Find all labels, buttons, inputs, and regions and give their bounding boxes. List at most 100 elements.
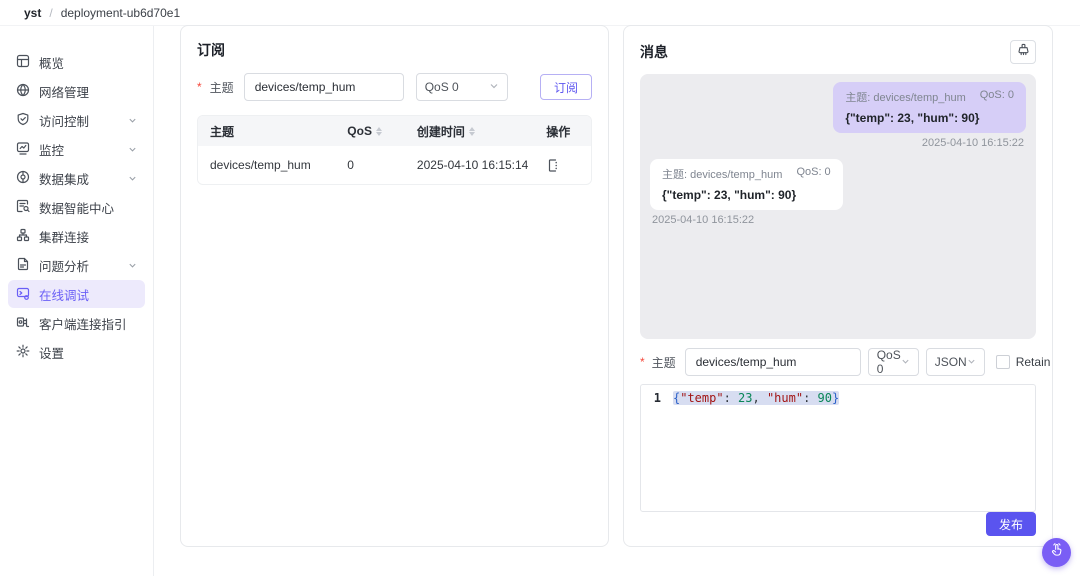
integration-icon [16, 170, 30, 187]
message-payload: {"temp": 23, "hum": 90} [845, 111, 1014, 125]
subscribe-button[interactable]: 订阅 [540, 74, 592, 100]
sidebar-item-overview[interactable]: 概览 [8, 48, 145, 76]
header-topic: 主题 [198, 123, 347, 140]
subscribe-qos-value: QoS 0 [425, 80, 459, 94]
sidebar-item-label: 集群连接 [39, 227, 89, 246]
client-guide-icon [16, 315, 30, 332]
sidebar-item-label: 概览 [39, 53, 64, 72]
chevron-down-icon [128, 145, 137, 154]
payload-format-value: JSON [935, 355, 967, 369]
data-intelligence-icon [16, 199, 30, 216]
sidebar-item-label: 数据集成 [39, 169, 89, 188]
header-action: 操作 [546, 123, 591, 140]
required-mark: * [197, 80, 202, 94]
code-token: : [724, 391, 738, 405]
sidebar-item-label: 客户端连接指引 [39, 314, 127, 333]
chevron-down-icon [489, 80, 499, 94]
sort-icon[interactable] [469, 127, 475, 136]
message-topic: 主题: devices/temp_hum [662, 166, 782, 182]
chevron-down-icon [901, 355, 910, 369]
editor-line-number: 1 [641, 391, 673, 511]
cell-topic: devices/temp_hum [198, 158, 347, 172]
sidebar-item-label: 在线调试 [39, 285, 89, 304]
retain-option: Retain [996, 355, 1051, 369]
sidebar-item-data-integration[interactable]: 数据集成 [8, 164, 145, 192]
code-token: "temp" [680, 391, 723, 405]
subscribe-card: 订阅 * 主题 QoS 0 订阅 主题 QoS 创建时间 [180, 25, 609, 547]
header-qos-label: QoS [347, 124, 372, 138]
header-created-label: 创建时间 [417, 123, 465, 140]
publish-topic-label: 主题 [652, 354, 676, 371]
code-token: , [753, 391, 767, 405]
subscriptions-table-header: 主题 QoS 创建时间 操作 [198, 116, 591, 146]
subscribe-qos-select[interactable]: QoS 0 [416, 73, 508, 101]
sent-message-bubble: 主题: devices/temp_hum QoS: 0 {"temp": 23,… [833, 82, 1026, 133]
debug-icon [16, 286, 30, 303]
sidebar-item-problem-analysis[interactable]: 问题分析 [8, 251, 145, 279]
retain-label: Retain [1016, 355, 1051, 369]
code-token: 90 [818, 391, 832, 405]
publish-qos-select[interactable]: QoS 0 [868, 348, 919, 376]
sidebar: 概览 网络管理 访问控制 监控 数据集成 数据智能中心 集群连接 [0, 26, 154, 576]
sidebar-item-label: 网络管理 [39, 82, 89, 101]
breadcrumb-org[interactable]: yst [24, 6, 41, 20]
sidebar-item-label: 设置 [39, 343, 64, 362]
online-debug-page: yst / deployment-ub6d70e1 概览 网络管理 访问控制 监… [0, 0, 1080, 576]
code-token: "hum" [767, 391, 803, 405]
publish-qos-value: QoS 0 [877, 348, 901, 376]
topic-label: 主题 [210, 79, 234, 96]
editor-code-line: {"temp": 23, "hum": 90} [673, 391, 839, 511]
payload-format-select[interactable]: JSON [926, 348, 985, 376]
sidebar-item-settings[interactable]: 设置 [8, 338, 145, 366]
code-token: 23 [738, 391, 752, 405]
cursor-indicator [1042, 538, 1071, 567]
cluster-icon [16, 228, 30, 245]
chevron-down-icon [128, 116, 137, 125]
publish-button[interactable]: 发布 [986, 512, 1036, 536]
message-qos: QoS: 0 [796, 166, 830, 182]
required-mark: * [640, 355, 645, 369]
payload-editor[interactable]: 1 {"temp": 23, "hum": 90} [640, 384, 1036, 512]
gear-icon [16, 344, 30, 361]
sidebar-item-online-debug[interactable]: 在线调试 [8, 280, 145, 308]
sidebar-item-label: 问题分析 [39, 256, 89, 275]
chevron-down-icon [967, 355, 976, 369]
network-icon [16, 83, 30, 100]
subscriptions-table: 主题 QoS 创建时间 操作 devices/temp_hum 0 2025-0… [197, 115, 592, 185]
sidebar-item-network[interactable]: 网络管理 [8, 77, 145, 105]
analysis-icon [16, 257, 30, 274]
cell-created: 2025-04-10 16:15:14 [417, 158, 546, 172]
shield-icon [16, 112, 30, 129]
messages-card: 消息 主题: devices/temp_hum QoS: 0 {"temp": … [623, 25, 1053, 547]
retain-checkbox[interactable] [996, 355, 1010, 369]
unsubscribe-icon[interactable] [546, 158, 591, 173]
publish-topic-input[interactable] [685, 348, 861, 376]
sort-icon[interactable] [376, 127, 382, 136]
sidebar-item-data-intelligence[interactable]: 数据智能中心 [8, 193, 145, 221]
subscribe-topic-input[interactable] [244, 73, 404, 101]
sidebar-item-label: 监控 [39, 140, 64, 159]
received-message-row: 主题: devices/temp_hum QoS: 0 {"temp": 23,… [650, 159, 1026, 210]
sidebar-item-client-guide[interactable]: 客户端连接指引 [8, 309, 145, 337]
monitor-icon [16, 141, 30, 158]
tap-hand-icon [1049, 542, 1065, 563]
message-topic: 主题: devices/temp_hum [845, 89, 965, 105]
message-timestamp: 2025-04-10 16:15:22 [652, 137, 1024, 149]
message-timestamp: 2025-04-10 16:15:22 [652, 214, 1024, 226]
message-history-panel: 主题: devices/temp_hum QoS: 0 {"temp": 23,… [640, 74, 1036, 339]
header-created[interactable]: 创建时间 [417, 123, 546, 140]
sidebar-item-access-control[interactable]: 访问控制 [8, 106, 145, 134]
message-payload: {"temp": 23, "hum": 90} [662, 188, 831, 202]
publish-form: * 主题 QoS 0 JSON Retain [640, 348, 1036, 376]
sidebar-item-label: 数据智能中心 [39, 198, 114, 217]
overview-icon [16, 54, 30, 71]
breadcrumb: yst / deployment-ub6d70e1 [0, 0, 1080, 26]
header-qos[interactable]: QoS [347, 124, 417, 138]
table-row: devices/temp_hum 0 2025-04-10 16:15:14 [198, 146, 591, 184]
breadcrumb-separator: / [49, 6, 52, 20]
clear-messages-button[interactable] [1010, 40, 1036, 64]
sidebar-item-monitoring[interactable]: 监控 [8, 135, 145, 163]
message-qos: QoS: 0 [980, 89, 1014, 105]
sidebar-item-cluster-linking[interactable]: 集群连接 [8, 222, 145, 250]
breadcrumb-deployment[interactable]: deployment-ub6d70e1 [61, 6, 180, 20]
